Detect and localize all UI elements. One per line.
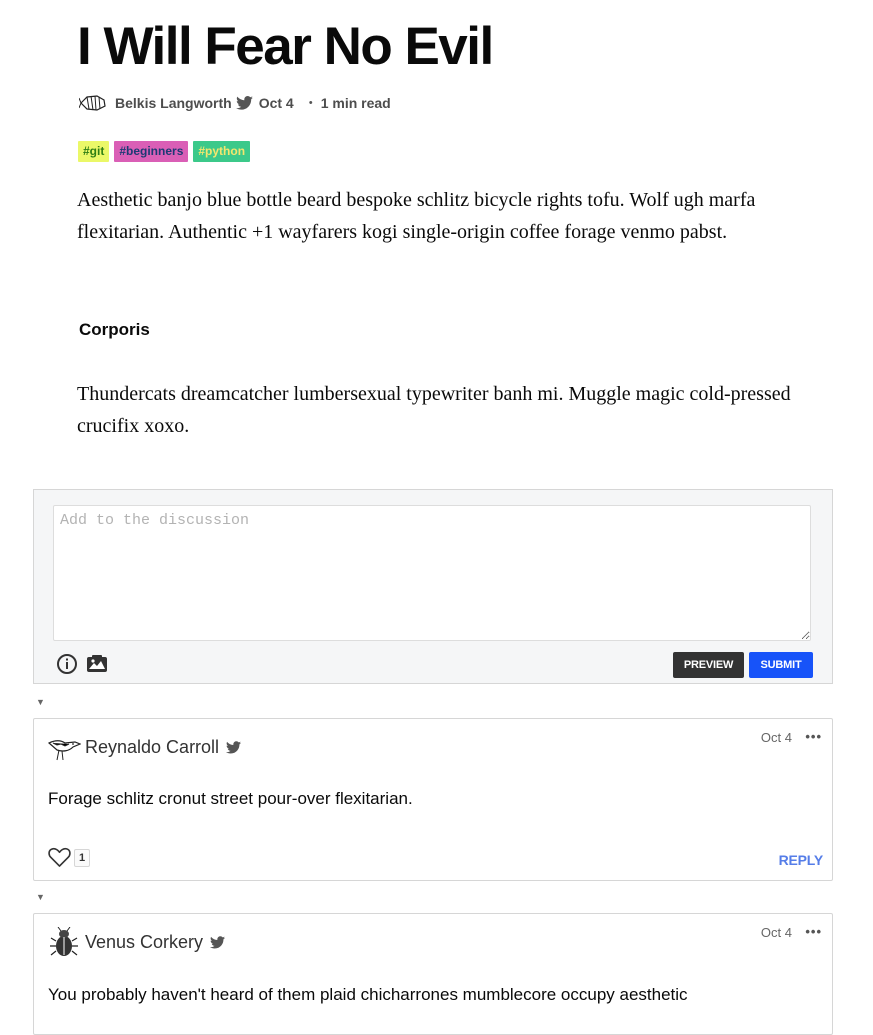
zebra-fish-sketch-icon bbox=[79, 95, 106, 111]
comment-date: Oct 4 bbox=[760, 730, 792, 745]
commenter-name-text: Venus Corkery bbox=[85, 932, 204, 952]
beetle-sketch-icon bbox=[50, 927, 78, 956]
submit-button[interactable]: SUBMIT bbox=[749, 652, 813, 678]
article-meta: Belkis Langworth Oct 4 ・ 1 min read bbox=[78, 88, 391, 118]
twitter-icon[interactable] bbox=[235, 96, 253, 110]
more-horizontal-icon[interactable]: ••• bbox=[805, 729, 822, 744]
bird-sketch-icon bbox=[47, 740, 81, 761]
comment-text: Forage schlitz cronut street pour-over f… bbox=[48, 789, 413, 808]
article-title: I Will Fear No Evil bbox=[77, 17, 494, 76]
like-button[interactable]: 1 bbox=[48, 847, 91, 867]
tag-beginners[interactable]: #beginners bbox=[114, 141, 189, 162]
comment-card: Venus Corkery Oct 4 ••• You probably hav… bbox=[33, 913, 833, 1035]
discussion-box: PREVIEW SUBMIT bbox=[33, 489, 833, 684]
article-paragraph: Aesthetic banjo blue bottle beard bespok… bbox=[77, 189, 756, 243]
twitter-icon[interactable] bbox=[226, 741, 242, 754]
comment-date: Oct 4 bbox=[760, 925, 792, 940]
commenter-name-text: Reynaldo Carroll bbox=[85, 737, 220, 757]
discussion-input[interactable] bbox=[53, 505, 811, 641]
tag-git[interactable]: #git bbox=[78, 141, 110, 162]
commenter-name[interactable]: Reynaldo Carroll bbox=[85, 737, 242, 758]
reply-button[interactable]: REPLY bbox=[779, 852, 824, 868]
info-icon[interactable] bbox=[56, 653, 78, 680]
author-avatar[interactable] bbox=[78, 88, 108, 118]
commenter-avatar[interactable] bbox=[47, 731, 81, 765]
comment-card: Reynaldo Carroll Oct 4 ••• Forage schlit… bbox=[33, 718, 833, 881]
comment-text: You probably haven't heard of them plaid… bbox=[48, 985, 688, 1004]
image-upload-icon[interactable] bbox=[85, 654, 109, 679]
article-paragraph: Thundercats dreamcatcher lumbersexual ty… bbox=[77, 383, 791, 437]
article-subheading: Corporis bbox=[79, 320, 150, 339]
meta-separator: ・ bbox=[303, 95, 318, 111]
preview-button[interactable]: PREVIEW bbox=[673, 652, 744, 678]
commenter-name[interactable]: Venus Corkery bbox=[85, 932, 226, 953]
article-date: Oct 4 bbox=[258, 95, 294, 111]
more-horizontal-icon[interactable]: ••• bbox=[805, 924, 822, 939]
commenter-avatar[interactable] bbox=[47, 926, 81, 960]
tag-list: #git #beginners #python bbox=[78, 141, 251, 162]
collapse-caret-icon[interactable]: ▼ bbox=[36, 892, 45, 902]
twitter-icon[interactable] bbox=[210, 936, 226, 949]
like-count: 1 bbox=[74, 849, 91, 867]
author-name[interactable]: Belkis Langworth bbox=[115, 95, 232, 111]
discussion-toolbar bbox=[56, 653, 109, 680]
tag-python[interactable]: #python bbox=[193, 141, 251, 162]
collapse-caret-icon[interactable]: ▼ bbox=[36, 697, 45, 707]
heart-outline-icon bbox=[48, 847, 71, 867]
read-time: 1 min read bbox=[320, 95, 391, 111]
